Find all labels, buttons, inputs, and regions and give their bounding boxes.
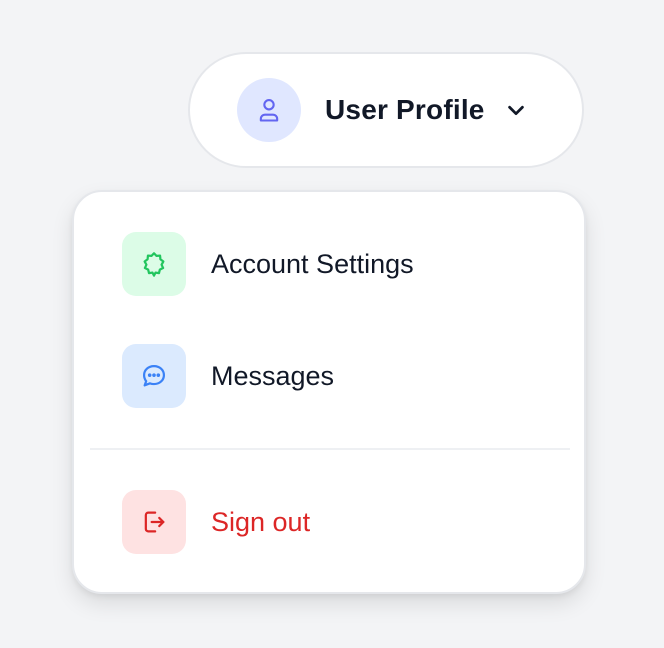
chevron-down-icon[interactable] (504, 98, 528, 122)
chat-bubble-icon (142, 364, 166, 387)
avatar (237, 78, 301, 142)
menu-divider (90, 448, 570, 450)
menu-item-sign-out[interactable]: Sign out (122, 490, 542, 554)
account-settings-icon-tile (122, 232, 186, 296)
user-profile-button[interactable]: User Profile (188, 52, 584, 168)
sign-out-label: Sign out (211, 506, 311, 537)
user-icon (259, 99, 279, 122)
sign-out-icon-tile (122, 490, 186, 554)
profile-label: User Profile (325, 94, 485, 125)
messages-icon-tile (122, 344, 186, 408)
gear-icon (143, 252, 165, 277)
logout-icon (144, 511, 165, 533)
menu-item-label: Messages (211, 360, 335, 391)
menu-item-account-settings[interactable]: Account Settings (122, 232, 542, 296)
menu-item-label: Account Settings (211, 248, 414, 279)
menu-item-messages[interactable]: Messages (122, 344, 542, 408)
profile-dropdown-menu: Account Settings Messages Sign out (72, 190, 586, 594)
